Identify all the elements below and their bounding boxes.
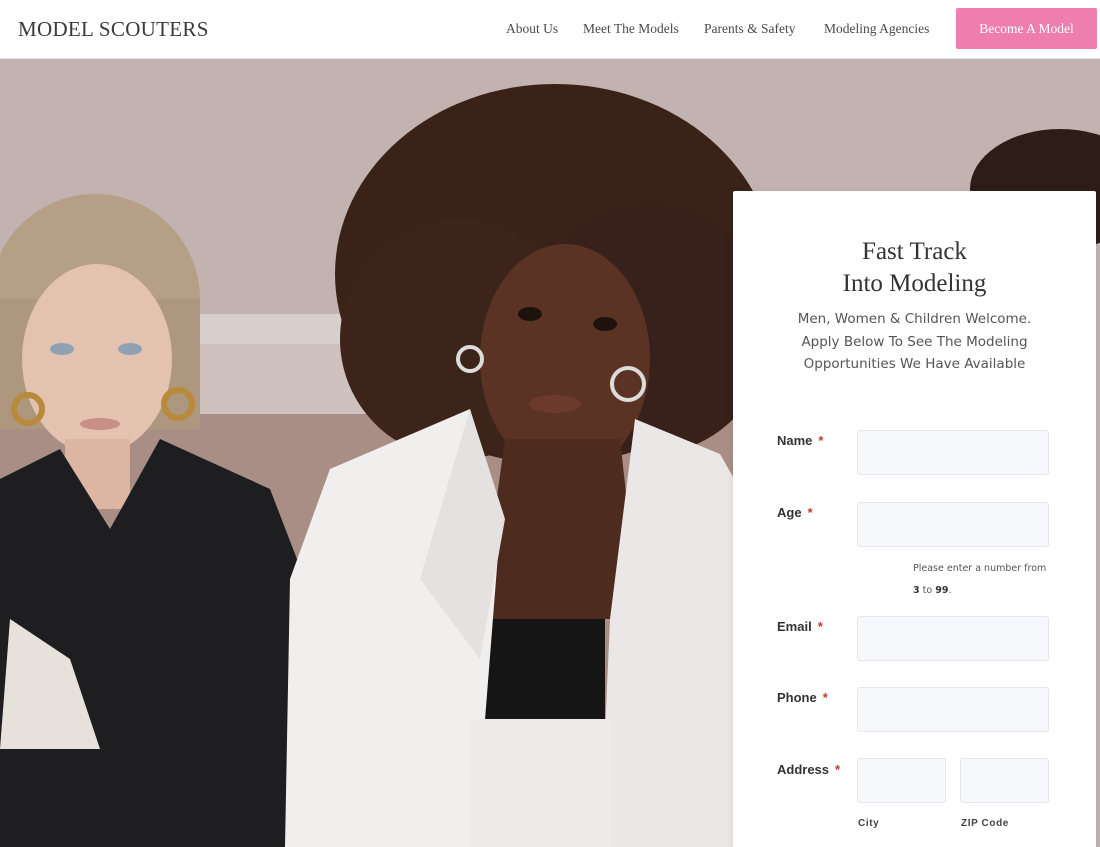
site-logo[interactable]: MODEL SCOUTERS [18,17,209,42]
age-hint-max: 99 [935,585,949,596]
name-label-text: Name [777,433,813,448]
form-title: Fast Track Into Modeling [733,236,1096,300]
email-input[interactable] [857,616,1049,661]
nav-modeling-agencies[interactable]: Modeling Agencies [824,21,929,37]
zip-code-sublabel: ZIP Code [961,818,1009,829]
age-hint-min: 3 [913,585,920,596]
age-input[interactable] [857,502,1049,547]
age-label-text: Age [777,505,802,520]
age-required-mark: * [807,505,813,520]
city-sublabel: City [858,818,880,829]
nav-parents-safety[interactable]: Parents & Safety [704,21,795,37]
age-hint-suffix: . [948,585,952,596]
phone-required-mark: * [822,690,828,705]
age-hint-to: to [922,585,933,596]
signup-form-card: Fast Track Into Modeling Men, Women & Ch… [733,191,1096,847]
address-required-mark: * [835,762,841,777]
form-subtitle-line-1: Men, Women & Children Welcome. [797,311,1032,327]
email-required-mark: * [817,619,823,634]
email-label: Email * [777,619,823,634]
email-label-text: Email [777,619,812,634]
nav-meet-the-models[interactable]: Meet The Models [583,21,679,37]
address-label: Address * [777,762,840,777]
form-title-line-2: Into Modeling [842,270,987,297]
phone-label-text: Phone [777,690,817,705]
name-input[interactable] [857,430,1049,475]
become-a-model-button[interactable]: Become A Model [956,8,1097,49]
age-hint-prefix: Please enter a number from [913,563,1047,574]
phone-input[interactable] [857,687,1049,732]
address-label-text: Address [777,762,830,777]
site-header: MODEL SCOUTERS About Us Meet The Models … [0,0,1100,59]
form-subtitle-line-3: Opportunities We Have Available [803,356,1026,372]
city-input[interactable] [857,758,946,803]
phone-label: Phone * [777,690,828,705]
form-subtitle-line-2: Apply Below To See The Modeling [801,333,1028,350]
nav-about-us[interactable]: About Us [506,21,558,37]
zip-code-input[interactable] [960,758,1049,803]
age-hint: Please enter a number from 3 to 99. [913,558,1053,602]
form-subtitle: Men, Women & Children Welcome. Apply Bel… [773,308,1056,376]
name-label: Name * [777,433,823,448]
age-label: Age * [777,505,813,520]
form-title-line-1: Fast Track [862,238,967,265]
name-required-mark: * [818,433,824,448]
